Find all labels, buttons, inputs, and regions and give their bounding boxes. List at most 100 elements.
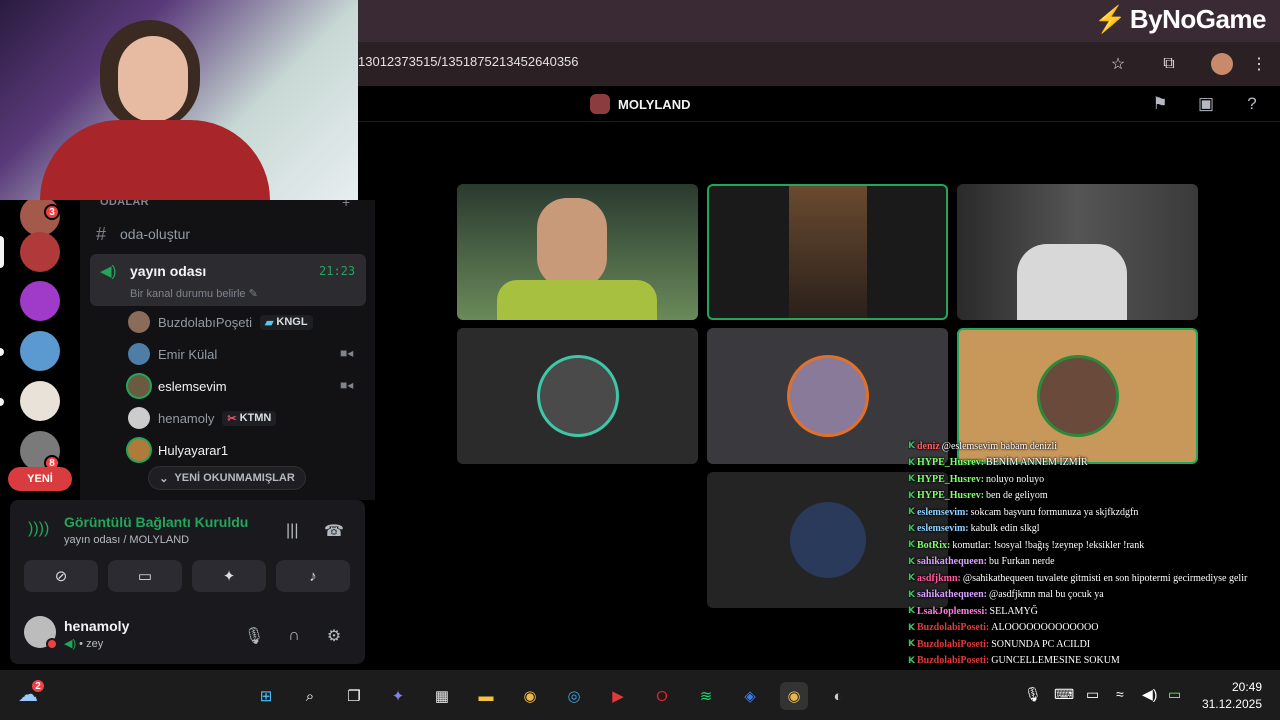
streamer-webcam [0, 0, 358, 200]
chat-message: Kdeniz @eslemsevim babam denizli [908, 438, 1280, 455]
platform-icon: K [908, 622, 915, 633]
user-status-text: zey [86, 638, 104, 650]
username[interactable]: henamoly [64, 618, 129, 634]
chat-message: K LsakJoplemessi: SELAMYĞ [908, 603, 1280, 620]
avatar-tile[interactable] [457, 328, 698, 464]
app-icon[interactable]: ◈ [736, 682, 764, 710]
unread-jump-button[interactable]: ⌄ YENİ OKUNMAMIŞLAR [148, 466, 306, 490]
video-tile-speaking[interactable] [707, 184, 948, 320]
battery-icon[interactable]: ▭ [1168, 686, 1181, 703]
settings-gear-icon[interactable]: ⚙ [322, 624, 346, 648]
voice-status: Görüntülü Bağlantı Kuruldu [64, 514, 249, 530]
youtube-icon[interactable]: ▶ [604, 682, 632, 710]
soundboard-button[interactable]: ♪ [276, 560, 350, 592]
server-avatar [590, 94, 610, 114]
chat-username: asdfjkmn: [916, 572, 961, 584]
member-name: Emir Külal [158, 346, 218, 362]
participant-video [789, 186, 867, 318]
browser-menu-icon[interactable]: ⋮ [1248, 53, 1270, 75]
dnd-status-dot [46, 638, 58, 650]
noise-suppression-icon[interactable]: ||| [286, 522, 298, 540]
server-icon[interactable] [20, 331, 60, 371]
server-icon[interactable] [20, 281, 60, 321]
chat-message: Ksahikathequeen: bu Furkan nerde [908, 554, 1280, 571]
microphone-icon[interactable]: 🎙 [242, 624, 266, 648]
voice-member[interactable]: eslemsevim [128, 374, 227, 398]
spotify-icon[interactable]: ≋ [692, 682, 720, 710]
voice-member[interactable]: Hulyayarar1 [128, 438, 228, 462]
opera-icon[interactable]: O [648, 682, 676, 710]
chat-text: @asdfjkmn mal bu çocuk ya [989, 589, 1104, 601]
channel-name: oda-oluştur [120, 226, 191, 242]
inbox-icon[interactable]: ▣ [1196, 94, 1216, 114]
server-icon[interactable] [20, 232, 60, 272]
voice-member[interactable]: henamoly ✂ KTMN [128, 406, 277, 430]
chevron-down-icon: ⌄ [159, 472, 169, 485]
new-messages-pill[interactable]: YENİ [8, 467, 72, 491]
chat-message: K BuzdolabiPoseti: SONUNDA PC ACILDI [908, 636, 1280, 653]
bookmark-star-icon[interactable]: ☆ [1107, 53, 1129, 75]
voice-channel-path[interactable]: yayın odası / MOLYLAND [64, 534, 189, 546]
voice-member[interactable]: Emir Külal [128, 342, 217, 366]
chat-text: BENİM ANNEM İZMİR [986, 457, 1088, 469]
user-status: ◀) • zey [64, 638, 104, 650]
voice-member[interactable]: BuzdolabıPoşeti ▰ KNGL [128, 310, 313, 334]
participant-avatar [789, 502, 866, 578]
chat-message: K HYPE_Husrev: BENİM ANNEM İZMİR [908, 455, 1280, 472]
chat-text: komutlar: !sosyal !bağış !zeynep !eksikl… [952, 539, 1145, 551]
platform-icon: K [908, 490, 915, 501]
chat-username: BuzdolabiPoseti: [916, 622, 990, 634]
screen-share-button[interactable]: ▭ [108, 560, 182, 592]
speaker-icon: ◀) [100, 263, 117, 280]
headphones-icon[interactable]: ∩ [282, 624, 306, 648]
platform-icon: K [908, 556, 915, 567]
chat-message: K BuzdolabiPoseti: ALOOOOOOOOOOOOO [908, 620, 1280, 637]
platform-icon: K [908, 523, 915, 534]
tag-text: KNGL [276, 316, 308, 328]
teams-icon[interactable]: ✦ [384, 682, 412, 710]
wifi-icon[interactable]: ≈ [1116, 686, 1124, 702]
volume-icon[interactable]: ◀) [1142, 686, 1157, 703]
search-icon[interactable]: ⌕ [296, 682, 324, 710]
server-icon[interactable] [20, 381, 60, 421]
help-icon[interactable]: ? [1242, 94, 1262, 114]
start-icon[interactable]: ⊞ [252, 682, 280, 710]
file-explorer-icon[interactable]: ▬ [472, 682, 500, 710]
member-avatar [128, 375, 150, 397]
chat-text: GUNCELLEMESINE SOKUM [991, 655, 1120, 667]
edge-icon[interactable]: ◎ [560, 682, 588, 710]
chat-message: Keslemsevim: kabulk edin slkgl [908, 521, 1280, 538]
chat-username: BuzdolabiPoseti: [916, 638, 990, 650]
signal-icon[interactable]: )))) [28, 520, 49, 538]
participant-avatar [539, 358, 616, 434]
chat-message: K BuzdolabiPoseti: GUNCELLEMESINE SOKUM [908, 653, 1280, 670]
display-tray-icon[interactable]: ▭ [1086, 686, 1099, 703]
speaker-icon: ◀) [64, 638, 77, 650]
obs-icon[interactable]: ◐ [824, 682, 852, 710]
channel-status-hint[interactable]: Bir kanal durumu belirle ✎ [130, 287, 258, 300]
url-text[interactable]: 13012373515/1351875213452640356 [358, 54, 579, 74]
platform-icon: K [908, 606, 915, 617]
chat-text: sokcam başvuru formunuza ya skjfkzdgfn [970, 506, 1139, 518]
mic-tray-icon[interactable]: 🎙 [1024, 686, 1042, 703]
member-name: Hulyayarar1 [158, 442, 229, 458]
system-clock[interactable]: 20:49 31.12.2025 [1202, 679, 1262, 713]
video-tile[interactable] [457, 184, 698, 320]
chat-username: sahikathequeen: [916, 556, 987, 568]
chrome-icon[interactable]: ◉ [516, 682, 544, 710]
extensions-icon[interactable]: ⧉ [1158, 53, 1180, 75]
activities-button[interactable]: ✦ [192, 560, 266, 592]
text-channel[interactable]: # oda-oluştur [90, 224, 366, 244]
store-icon[interactable]: ▦ [428, 682, 456, 710]
disconnect-icon[interactable]: ☎ [324, 521, 344, 541]
chrome-active-icon[interactable]: ◉ [780, 682, 808, 710]
task-view-icon[interactable]: ❐ [340, 682, 368, 710]
keyboard-tray-icon[interactable]: ⌨ [1054, 686, 1074, 703]
camera-off-button[interactable]: ⊘ [24, 560, 98, 592]
member-avatar [128, 407, 150, 429]
flag-icon[interactable]: ⚑ [1150, 94, 1170, 114]
camera-icon: ■◂ [340, 378, 354, 392]
profile-avatar[interactable] [1211, 53, 1233, 75]
member-avatar [128, 439, 150, 461]
video-tile[interactable] [957, 184, 1198, 320]
